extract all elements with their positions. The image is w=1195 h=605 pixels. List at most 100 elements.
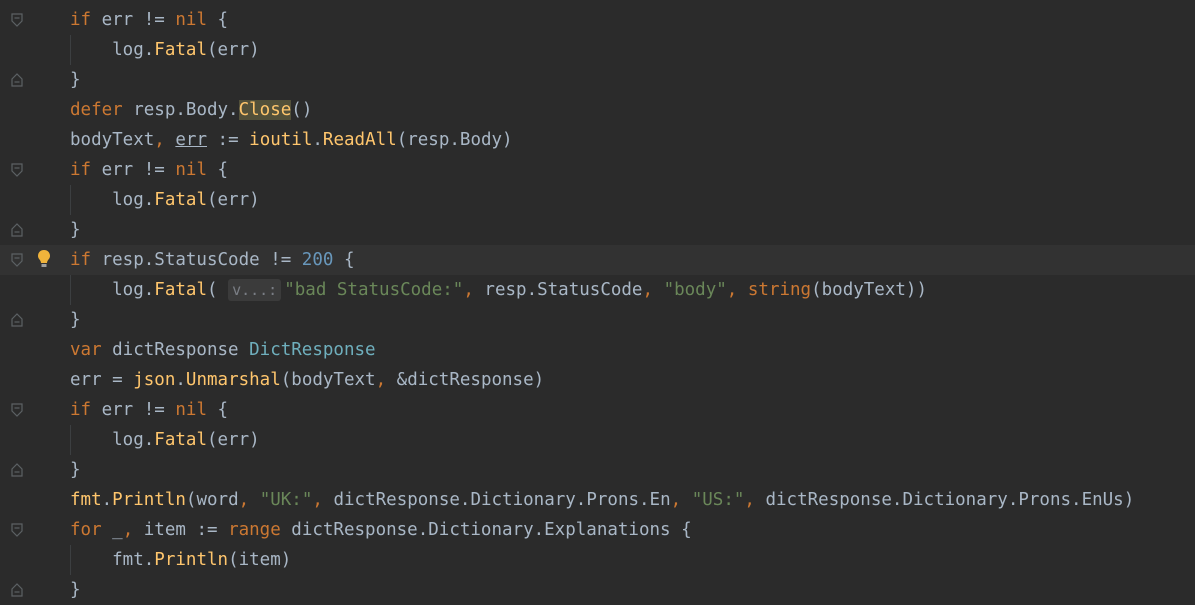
- code-text: log.Fatal( v...: "bad StatusCode:", resp.…: [70, 275, 927, 305]
- code-editor[interactable]: if err != nil { log.Fatal(err)} defer res…: [0, 0, 1195, 601]
- code-text: if resp.StatusCode != 200 {: [70, 245, 354, 275]
- code-text: }: [70, 65, 81, 95]
- code-line[interactable]: fmt.Println(word, "UK:", dictResponse.Di…: [0, 485, 1195, 515]
- code-line[interactable]: if resp.StatusCode != 200 {: [0, 245, 1195, 275]
- code-token: (resp.Body): [396, 130, 513, 150]
- fold-end-icon[interactable]: [11, 463, 23, 477]
- code-token: if: [70, 10, 92, 30]
- code-text: if err != nil {: [70, 155, 228, 185]
- code-token: ,: [642, 280, 654, 300]
- code-line[interactable]: }: [0, 455, 1195, 485]
- code-token: (bodyText)): [811, 280, 927, 300]
- code-token: ,: [238, 490, 250, 510]
- code-token: nil: [175, 160, 207, 180]
- code-line[interactable]: log.Fatal(err): [0, 185, 1195, 215]
- code-token: fmt.: [70, 550, 155, 570]
- code-token: Println: [112, 490, 186, 510]
- code-line[interactable]: log.Fatal(err): [0, 35, 1195, 65]
- code-token: range: [228, 520, 281, 540]
- code-token: }: [70, 310, 81, 330]
- code-line[interactable]: var dictResponse DictResponse: [0, 335, 1195, 365]
- code-text: }: [70, 455, 81, 485]
- indent-guide: [70, 425, 71, 455]
- code-token: ioutil: [249, 130, 313, 150]
- code-line[interactable]: for _, item := range dictResponse.Dictio…: [0, 515, 1195, 545]
- code-token: }: [70, 70, 81, 90]
- fold-end-icon[interactable]: [11, 223, 23, 237]
- code-token: Fatal: [154, 430, 207, 450]
- code-token: for: [70, 520, 102, 540]
- fold-collapse-icon[interactable]: [11, 253, 23, 267]
- code-token: "bad StatusCode:": [284, 280, 464, 300]
- code-token: err: [175, 130, 207, 150]
- code-text: defer resp.Body.Close(): [70, 95, 312, 125]
- fold-end-icon[interactable]: [11, 73, 23, 87]
- code-token: }: [70, 220, 81, 240]
- fold-end-icon[interactable]: [11, 313, 23, 327]
- code-line[interactable]: }: [0, 65, 1195, 95]
- code-token: if: [70, 160, 92, 180]
- code-token: "UK:": [259, 490, 313, 510]
- indent-guide: [70, 275, 71, 305]
- code-token: (err): [206, 190, 260, 210]
- code-line[interactable]: bodyText, err := ioutil.ReadAll(resp.Bod…: [0, 125, 1195, 155]
- code-token: }: [70, 460, 81, 480]
- code-text: err = json.Unmarshal(bodyText, &dictResp…: [70, 365, 544, 395]
- code-token: DictResponse: [249, 340, 376, 360]
- code-token: nil: [175, 10, 207, 30]
- code-token: (): [291, 100, 313, 120]
- code-token: dictResponse: [101, 340, 250, 360]
- code-text: fmt.Println(item): [70, 545, 291, 575]
- code-token: ,: [744, 490, 755, 510]
- code-token: resp.Body.: [122, 100, 239, 120]
- indent-guide: [70, 35, 71, 65]
- code-token: .: [312, 130, 323, 150]
- code-token: item :=: [133, 520, 229, 540]
- code-token: if: [70, 400, 92, 420]
- code-token: ,: [726, 280, 738, 300]
- fold-collapse-icon[interactable]: [11, 13, 23, 27]
- code-token: var: [70, 340, 102, 360]
- code-token: Fatal: [154, 280, 207, 300]
- code-text: log.Fatal(err): [70, 425, 260, 455]
- code-text: fmt.Println(word, "UK:", dictResponse.Di…: [70, 485, 1134, 515]
- code-line[interactable]: log.Fatal( v...: "bad StatusCode:", resp.…: [0, 275, 1195, 305]
- code-token: &dictResponse): [386, 370, 545, 390]
- code-line[interactable]: }: [0, 215, 1195, 245]
- fold-collapse-icon[interactable]: [11, 163, 23, 177]
- code-token: .: [175, 370, 186, 390]
- fold-collapse-icon[interactable]: [11, 523, 23, 537]
- code-token: (word: [185, 490, 239, 510]
- indent-guide: [70, 545, 71, 575]
- code-line[interactable]: }: [0, 305, 1195, 335]
- code-token: resp.StatusCode: [473, 280, 643, 300]
- code-token: err !=: [91, 160, 176, 180]
- code-text: if err != nil {: [70, 395, 228, 425]
- code-token: log.: [70, 40, 155, 60]
- code-token: {: [333, 250, 355, 270]
- code-text: }: [70, 215, 81, 245]
- code-text: var dictResponse DictResponse: [70, 335, 376, 365]
- code-token: ,: [154, 130, 165, 150]
- fold-collapse-icon[interactable]: [11, 403, 23, 417]
- code-line[interactable]: fmt.Println(item): [0, 545, 1195, 575]
- code-token: bodyText: [70, 130, 155, 150]
- parameter-hint: v...:: [228, 279, 282, 301]
- code-token: _: [101, 520, 123, 540]
- code-line[interactable]: if err != nil {: [0, 155, 1195, 185]
- code-token: (err): [206, 40, 260, 60]
- code-line[interactable]: if err != nil {: [0, 395, 1195, 425]
- code-line[interactable]: if err != nil {: [0, 5, 1195, 35]
- fold-end-icon[interactable]: [11, 583, 23, 597]
- code-token: ,: [312, 490, 323, 510]
- code-token: :=: [207, 130, 250, 150]
- code-line[interactable]: log.Fatal(err): [0, 425, 1195, 455]
- code-token: (: [206, 280, 229, 300]
- code-token: (bodyText: [280, 370, 376, 390]
- code-line[interactable]: defer resp.Body.Close(): [0, 95, 1195, 125]
- intention-bulb-icon[interactable]: [36, 248, 52, 270]
- code-text: bodyText, err := ioutil.ReadAll(resp.Bod…: [70, 125, 513, 155]
- code-line[interactable]: err = json.Unmarshal(bodyText, &dictResp…: [0, 365, 1195, 395]
